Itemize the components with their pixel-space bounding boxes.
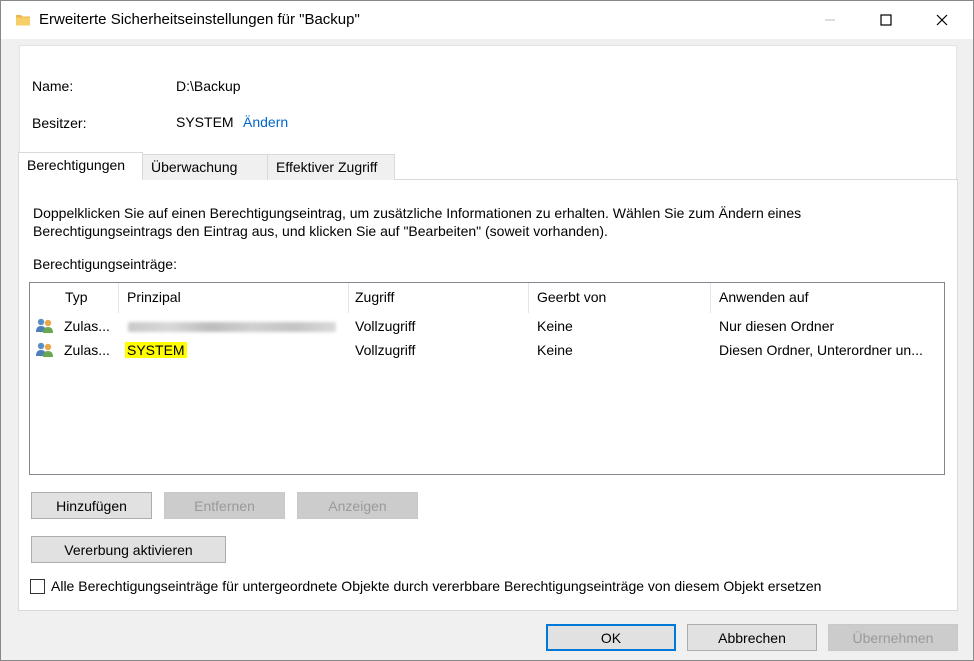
cell-type: Zulas...	[64, 318, 110, 334]
table-row[interactable]: Zulas... SYSTEM Vollzugriff Keine Diesen…	[31, 338, 943, 362]
column-header-inherited-from[interactable]: Geerbt von	[537, 289, 606, 305]
permissions-description: Doppelklicken Sie auf einen Berechtigung…	[33, 205, 802, 239]
close-icon	[936, 14, 948, 26]
cell-applies-to: Nur diesen Ordner	[719, 318, 835, 334]
column-header-principal[interactable]: Prinzipal	[127, 289, 181, 305]
cell-access: Vollzugriff	[355, 318, 416, 334]
cell-inherited-from: Keine	[537, 318, 573, 334]
owner-value: SYSTEM	[176, 114, 234, 130]
apply-button[interactable]: Übernehmen	[828, 624, 958, 651]
ok-button[interactable]: OK	[546, 624, 676, 651]
entries-label: Berechtigungseinträge:	[33, 256, 177, 272]
name-value: D:\Backup	[176, 78, 241, 94]
owner-label: Besitzer:	[32, 115, 87, 131]
close-button[interactable]	[919, 1, 965, 39]
column-divider[interactable]	[710, 283, 711, 313]
users-icon	[35, 341, 55, 359]
cell-type: Zulas...	[64, 342, 110, 358]
tab-effective-access[interactable]: Effektiver Zugriff	[267, 154, 395, 180]
view-button[interactable]: Anzeigen	[297, 492, 418, 519]
window-title: Erweiterte Sicherheitseinstellungen für …	[39, 11, 360, 28]
column-header-applies-to[interactable]: Anwenden auf	[719, 289, 809, 305]
name-label: Name:	[32, 78, 74, 94]
cell-access: Vollzugriff	[355, 342, 416, 358]
table-row[interactable]: Zulas... Vollzugriff Keine Nur diesen Or…	[31, 314, 943, 338]
remove-button[interactable]: Entfernen	[164, 492, 285, 519]
tab-permissions[interactable]: Berechtigungen	[18, 152, 143, 180]
column-divider[interactable]	[528, 283, 529, 313]
minimize-button[interactable]	[807, 1, 853, 39]
redacted-principal	[128, 322, 336, 332]
security-settings-window: Erweiterte Sicherheitseinstellungen für …	[0, 0, 974, 661]
column-header-access[interactable]: Zugriff	[355, 289, 394, 305]
column-divider[interactable]	[348, 283, 349, 313]
minimize-icon	[825, 19, 835, 21]
maximize-button[interactable]	[863, 1, 909, 39]
cell-applies-to: Diesen Ordner, Unterordner un...	[719, 342, 923, 358]
column-divider[interactable]	[118, 283, 119, 313]
cell-principal: SYSTEM	[125, 342, 187, 358]
maximize-icon	[880, 14, 892, 26]
add-button[interactable]: Hinzufügen	[31, 492, 152, 519]
title-bar: Erweiterte Sicherheitseinstellungen für …	[1, 1, 973, 39]
cell-inherited-from: Keine	[537, 342, 573, 358]
cancel-button[interactable]: Abbrechen	[687, 624, 817, 651]
folder-icon	[15, 12, 31, 28]
replace-child-permissions-label[interactable]: Alle Berechtigungseinträge für untergeor…	[51, 578, 821, 594]
permission-entries-list[interactable]: Typ Prinzipal Zugriff Geerbt von Anwende…	[29, 282, 945, 475]
tab-auditing[interactable]: Überwachung	[142, 154, 268, 180]
enable-inheritance-button[interactable]: Vererbung aktivieren	[31, 536, 226, 563]
change-owner-link[interactable]: Ändern	[243, 114, 288, 130]
users-icon	[35, 317, 55, 335]
replace-child-permissions-checkbox[interactable]	[30, 579, 45, 594]
column-header-type[interactable]: Typ	[65, 289, 88, 305]
